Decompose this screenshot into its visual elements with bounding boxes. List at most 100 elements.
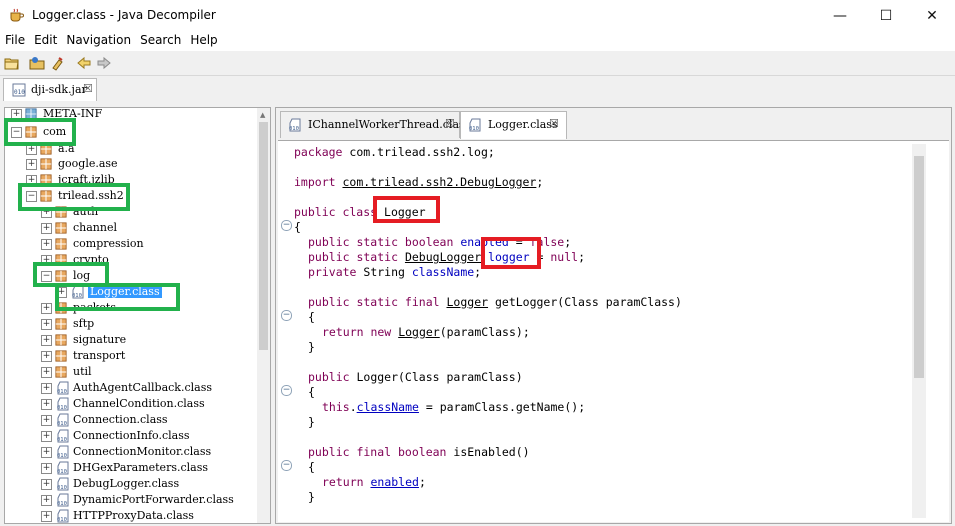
open-type-icon[interactable] [29, 55, 45, 71]
tree-item-package[interactable]: + google.ase [5, 156, 255, 172]
expand-toggle-icon[interactable]: + [41, 511, 52, 522]
tree-item-class[interactable]: +010 DebugLogger.class [5, 476, 255, 492]
tree-item-package[interactable]: − log [5, 268, 255, 284]
package-icon [55, 334, 67, 346]
forward-arrow-icon[interactable] [96, 55, 112, 71]
expand-toggle-icon[interactable]: + [41, 351, 52, 362]
expand-toggle-icon[interactable]: + [41, 447, 52, 458]
tree-item-package[interactable]: + crypto [5, 252, 255, 268]
menu-file[interactable]: File [0, 31, 29, 47]
open-file-icon[interactable] [4, 55, 20, 71]
package-tree[interactable]: + META-INF − com + a.a + google.ase + jcraft.jzli… [4, 107, 271, 524]
menu-help[interactable]: Help [185, 31, 221, 47]
tree-item-label: compression [73, 237, 144, 250]
tree-item-package[interactable]: + META-INF [5, 108, 255, 122]
svg-text:010: 010 [57, 453, 67, 459]
code-line: } [308, 415, 315, 429]
expand-toggle-icon[interactable]: + [41, 207, 52, 218]
tree-item-package[interactable]: + packets [5, 300, 255, 316]
close-button[interactable]: ✕ [909, 0, 955, 31]
expand-toggle-icon[interactable]: + [41, 415, 52, 426]
expand-toggle-icon[interactable]: + [41, 399, 52, 410]
expand-toggle-icon[interactable]: − [26, 191, 37, 202]
tree-item-package[interactable]: + transport [5, 348, 255, 364]
tree-item-package[interactable]: + sftp [5, 316, 255, 332]
tree-item-package[interactable]: − com [5, 124, 255, 140]
tree-scroll-thumb[interactable] [259, 122, 268, 350]
tree-item-label: packets [73, 301, 117, 314]
scroll-up-icon[interactable]: ▲ [260, 111, 265, 119]
expand-toggle-icon[interactable]: + [41, 319, 52, 330]
expand-toggle-icon[interactable]: + [41, 303, 52, 314]
tree-item-package[interactable]: − trilead.ssh2 [5, 188, 255, 204]
code-view[interactable]: package com.trilead.ssh2.log; import com… [278, 140, 949, 522]
expand-toggle-icon[interactable]: + [26, 159, 37, 170]
expand-toggle-icon[interactable]: + [41, 479, 52, 490]
menu-navigation[interactable]: Navigation [61, 31, 135, 47]
tree-item-package[interactable]: + jcraft.jzlib [5, 172, 255, 188]
tree-item-class[interactable]: +010 ConnectionInfo.class [5, 428, 255, 444]
expand-toggle-icon[interactable]: + [41, 495, 52, 506]
tree-item-label: log [73, 269, 91, 282]
expand-toggle-icon[interactable]: − [41, 271, 52, 282]
tree-item-package[interactable]: + a.a [5, 141, 255, 157]
expand-toggle-icon[interactable]: + [41, 223, 52, 234]
fold-minus-icon[interactable]: − [281, 220, 292, 231]
fold-minus-icon[interactable]: − [281, 310, 292, 321]
tab-close-icon[interactable]: ☒ [445, 117, 455, 130]
tree-scrollbar[interactable]: ▲ [257, 108, 270, 523]
tree-item-package[interactable]: + compression [5, 236, 255, 252]
code-line-return-new: return new Logger(paramClass); [322, 325, 530, 339]
file-tab-dji-sdk[interactable]: 010 dji-sdk.jar ☒ [3, 78, 97, 101]
file-tab-bar: 010 dji-sdk.jar ☒ [0, 76, 955, 102]
tree-item-class[interactable]: +010 DHGexParameters.class [5, 460, 255, 476]
package-icon [55, 302, 67, 314]
tree-item-class[interactable]: +010 Logger.class [5, 284, 255, 300]
fold-minus-icon[interactable]: − [281, 460, 292, 471]
expand-toggle-icon[interactable]: + [26, 144, 37, 155]
expand-toggle-icon[interactable]: + [56, 287, 67, 298]
tree-item-class[interactable]: +010 ChannelCondition.class [5, 396, 255, 412]
tree-item-package[interactable]: + channel [5, 220, 255, 236]
expand-toggle-icon[interactable]: + [41, 255, 52, 266]
tree-item-class[interactable]: +010 ConnectionMonitor.class [5, 444, 255, 460]
tree-item-package[interactable]: + auth [5, 204, 255, 220]
tree-item-class[interactable]: +010 DynamicPortForwarder.class [5, 492, 255, 508]
package-icon [55, 206, 67, 218]
tree-item-class[interactable]: +010 HTTPProxyData.class [5, 508, 255, 523]
menu-search[interactable]: Search [135, 31, 185, 47]
tree-item-label: trilead.ssh2 [58, 189, 124, 202]
title-bar: Logger.class - Java Decompiler — ☐ ✕ [0, 0, 955, 32]
menu-edit[interactable]: Edit [29, 31, 61, 47]
expand-toggle-icon[interactable]: + [41, 367, 52, 378]
code-scrollbar[interactable] [912, 144, 926, 518]
search-icon[interactable] [50, 55, 66, 71]
file-tab-close-icon[interactable]: ☒ [83, 82, 93, 95]
expand-toggle-icon[interactable]: + [41, 463, 52, 474]
tree-item-package[interactable]: + signature [5, 332, 255, 348]
svg-text:010: 010 [57, 485, 67, 491]
tab-logger-class[interactable]: 010 Logger.class ☒ [460, 111, 567, 139]
svg-text:010: 010 [289, 126, 299, 132]
expand-toggle-icon[interactable]: + [41, 431, 52, 442]
tree-item-label: ConnectionInfo.class [73, 429, 190, 442]
maximize-button[interactable]: ☐ [863, 0, 909, 31]
code-scroll-thumb[interactable] [914, 156, 924, 378]
expand-toggle-icon[interactable]: + [11, 109, 22, 120]
back-arrow-icon[interactable] [76, 55, 92, 71]
tree-item-label: signature [73, 333, 127, 346]
tree-item-package[interactable]: + util [5, 364, 255, 380]
expand-toggle-icon[interactable]: + [41, 335, 52, 346]
tree-item-class[interactable]: +010 Connection.class [5, 412, 255, 428]
tab-close-icon[interactable]: ☒ [549, 117, 559, 130]
fold-minus-icon[interactable]: − [281, 385, 292, 396]
class-file-icon: 010 [57, 397, 69, 411]
expand-toggle-icon[interactable]: + [41, 239, 52, 250]
expand-toggle-icon[interactable]: − [11, 127, 22, 138]
minimize-button[interactable]: — [817, 0, 863, 31]
expand-toggle-icon[interactable]: + [26, 175, 37, 186]
tree-item-class[interactable]: +010 AuthAgentCallback.class [5, 380, 255, 396]
expand-toggle-icon[interactable]: + [41, 383, 52, 394]
code-line: { [294, 220, 301, 234]
tab-ichannelworkerthread[interactable]: 010 IChannelWorkerThread.class ☒ [280, 111, 470, 138]
